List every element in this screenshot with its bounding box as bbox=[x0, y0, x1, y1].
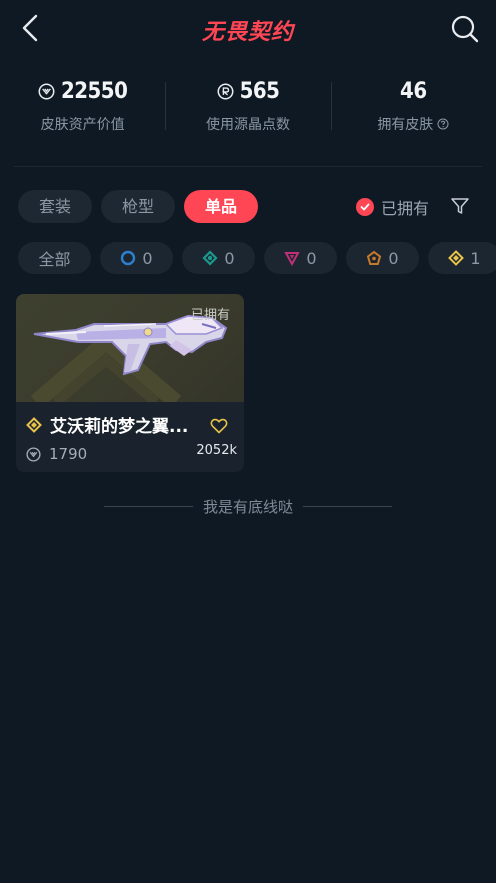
skin-title-row: 艾沃莉的梦之翼... bbox=[26, 412, 188, 437]
heart-icon[interactable] bbox=[210, 418, 228, 434]
help-circle-icon[interactable] bbox=[437, 118, 449, 130]
stat-value: 22550 bbox=[60, 78, 128, 104]
tier-count: 0 bbox=[388, 248, 399, 268]
stat-radianite-used: 565 使用源晶点数 bbox=[165, 76, 330, 138]
end-of-list-text: 我是有底线哒 bbox=[203, 498, 294, 516]
app-logo: 无畏契约 bbox=[201, 20, 294, 45]
tier-count: 0 bbox=[224, 248, 235, 268]
deluxe-tier-icon bbox=[202, 250, 218, 266]
select-tier-icon bbox=[121, 250, 136, 266]
end-of-list-indicator: 我是有底线哒 bbox=[104, 496, 393, 517]
tier-count: 0 bbox=[142, 248, 153, 268]
category-tabs: 套装 枪型 单品 bbox=[18, 190, 259, 223]
owned-tag: 已拥有 bbox=[190, 308, 230, 323]
likes-count: 2052k bbox=[196, 443, 237, 458]
owned-filter-label: 已拥有 bbox=[381, 199, 430, 218]
tier-all-label: 全部 bbox=[38, 250, 71, 269]
stats-panel: 22550 皮肤资产价值 565 使用源晶点数 46 拥有皮肤 bbox=[0, 76, 496, 138]
stat-owned-skins[interactable]: 46 拥有皮肤 bbox=[330, 76, 496, 138]
stat-value: 565 bbox=[239, 78, 280, 104]
rarity-filter-row: 全部 0 0 0 0 1 bbox=[18, 242, 496, 276]
divider-line bbox=[104, 506, 193, 507]
valorant-points-icon bbox=[26, 446, 41, 462]
tab-bundles[interactable]: 套装 bbox=[18, 190, 93, 223]
tier-ultra[interactable]: 1 bbox=[428, 242, 496, 274]
ultra-tier-icon bbox=[26, 416, 42, 433]
search-icon[interactable] bbox=[450, 14, 480, 44]
skin-name: 艾沃莉的梦之翼... bbox=[50, 417, 189, 437]
stat-label: 皮肤资产价值 bbox=[40, 117, 125, 133]
tab-weapon-type[interactable]: 枪型 bbox=[101, 190, 176, 223]
tier-select[interactable]: 0 bbox=[100, 242, 173, 274]
stat-label: 拥有皮肤 bbox=[377, 117, 434, 133]
tier-deluxe[interactable]: 0 bbox=[182, 242, 255, 274]
tab-single-items[interactable]: 单品 bbox=[184, 190, 259, 223]
owned-filter-toggle[interactable]: 已拥有 bbox=[356, 195, 429, 219]
skin-card[interactable]: 已拥有 艾沃莉的梦之翼... 1790 2052k bbox=[16, 294, 244, 472]
tier-count: 0 bbox=[306, 248, 317, 268]
section-divider bbox=[14, 166, 482, 167]
skin-price: 1790 bbox=[49, 445, 88, 463]
skin-price-row: 1790 bbox=[26, 445, 87, 463]
checkbox-checked-icon[interactable] bbox=[356, 198, 374, 216]
stat-value: 46 bbox=[400, 78, 427, 104]
top-bar: 无畏契约 bbox=[0, 0, 496, 60]
exclusive-tier-icon bbox=[367, 250, 382, 265]
radianite-icon bbox=[217, 83, 234, 99]
divider-line bbox=[303, 506, 393, 507]
skin-image: 已拥有 bbox=[16, 294, 244, 409]
tier-exclusive[interactable]: 0 bbox=[346, 242, 419, 274]
stat-asset-value: 22550 皮肤资产价值 bbox=[0, 76, 165, 138]
stat-label-wrap: 拥有皮肤 bbox=[377, 114, 449, 134]
tier-all[interactable]: 全部 bbox=[18, 242, 91, 274]
stat-label: 使用源晶点数 bbox=[205, 117, 290, 133]
filter-funnel-icon[interactable] bbox=[450, 196, 470, 216]
ultra-tier-icon bbox=[448, 250, 465, 266]
tier-premium[interactable]: 0 bbox=[264, 242, 337, 274]
valorant-points-icon bbox=[38, 83, 55, 99]
tier-count: 1 bbox=[470, 248, 481, 268]
premium-tier-icon bbox=[284, 252, 301, 266]
